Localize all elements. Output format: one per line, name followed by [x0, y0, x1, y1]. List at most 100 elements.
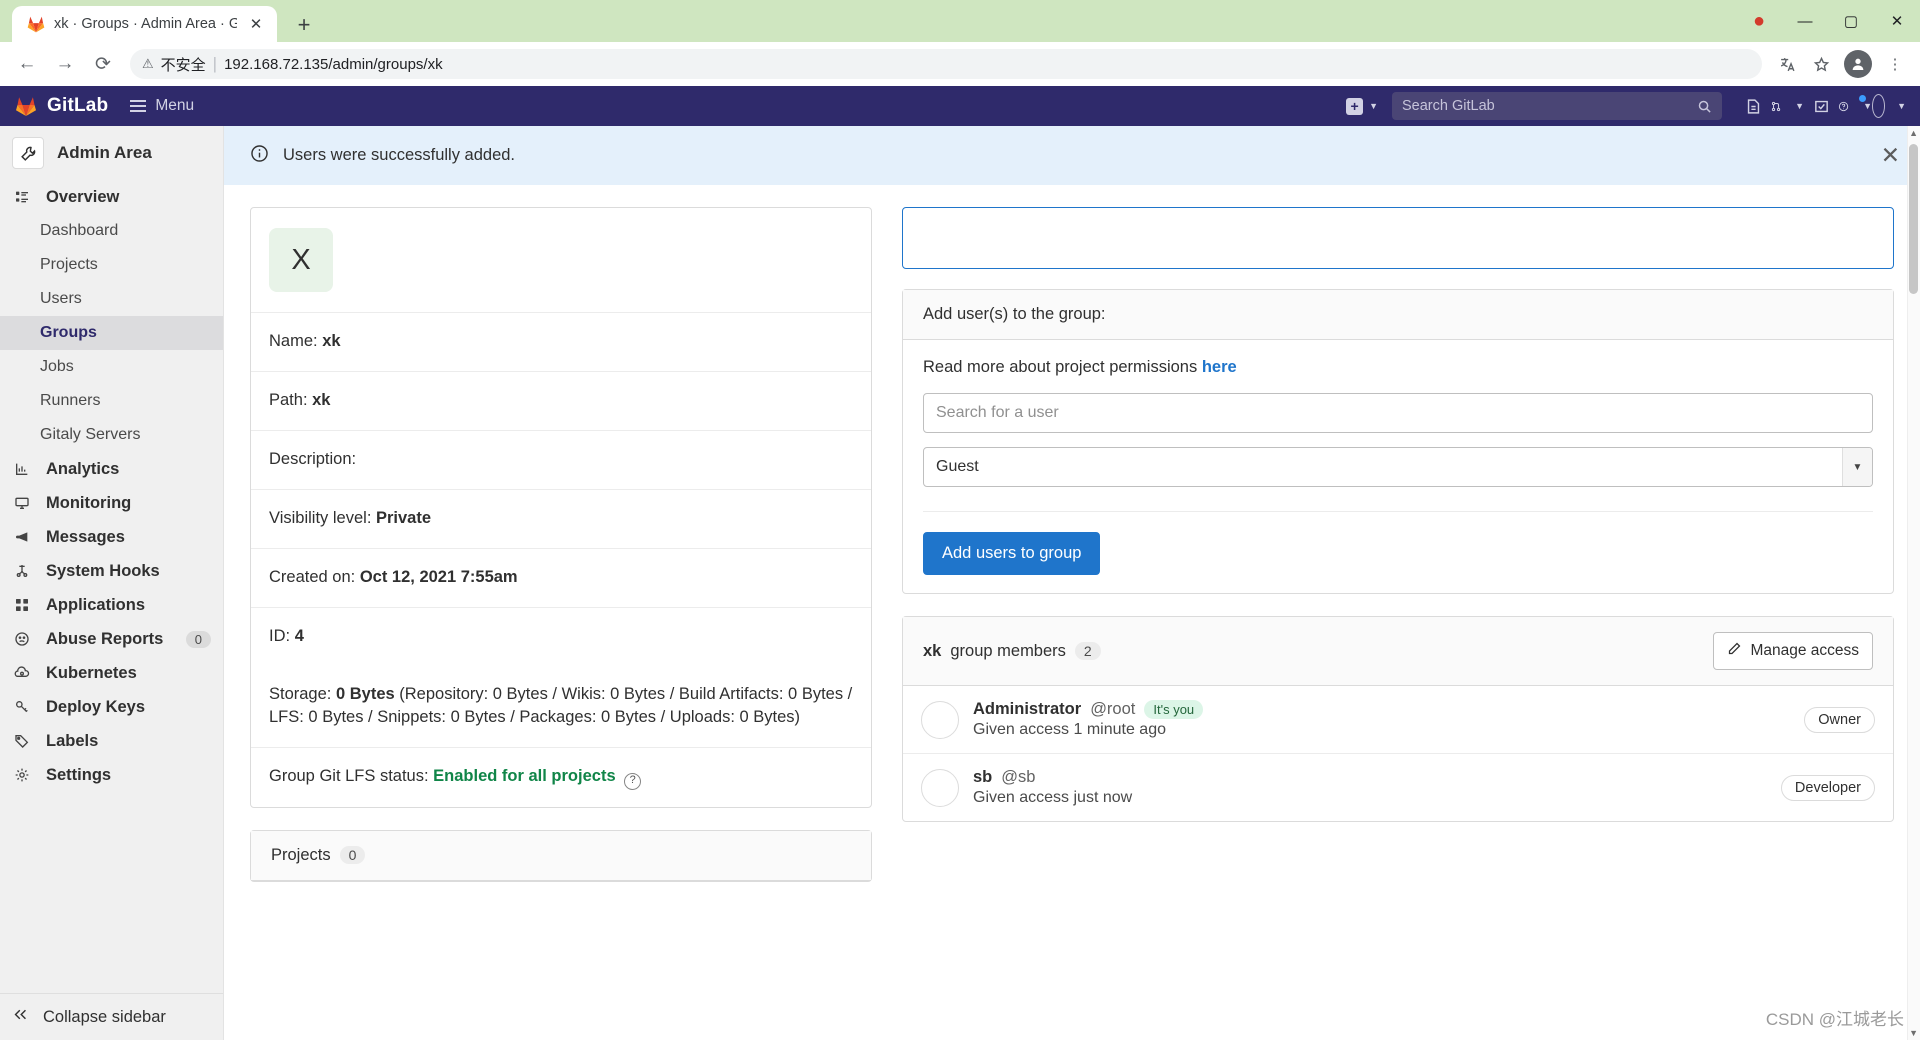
kebab-menu-icon[interactable]: ⋮ [1880, 49, 1910, 79]
member-handle[interactable]: @sb [1001, 768, 1035, 787]
sidebar-item-applications[interactable]: Applications [0, 588, 223, 622]
gear-icon [12, 767, 32, 783]
search-user-input[interactable] [923, 393, 1873, 433]
sidebar-item-label: Monitoring [46, 493, 132, 512]
todos-icon[interactable] [1804, 89, 1838, 123]
member-name[interactable]: Administrator [973, 700, 1081, 719]
page-scrollbar[interactable]: ▲ ▼ [1907, 126, 1920, 1040]
sidebar-item-gitaly-servers[interactable]: Gitaly Servers [0, 418, 223, 452]
sidebar-item-label: Labels [46, 731, 99, 750]
sidebar-item-labels[interactable]: Labels [0, 724, 223, 758]
members-title: group members [950, 641, 1066, 660]
profile-icon[interactable] [1844, 50, 1872, 78]
manage-access-button[interactable]: Manage access [1713, 632, 1873, 670]
help-icon[interactable]: ▼ [1838, 89, 1872, 123]
focused-textarea[interactable] [902, 207, 1894, 269]
notification-dot [1859, 95, 1866, 102]
permissions-text: Read more about project permissions here [923, 358, 1873, 377]
members-count: 2 [1074, 642, 1101, 660]
security-label: 不安全 [160, 56, 206, 74]
storage-label: Storage: [269, 684, 332, 703]
group-info-row: Visibility level: Private [251, 490, 871, 549]
minimize-button[interactable]: ― [1782, 0, 1828, 42]
new-tab-button[interactable]: + [287, 8, 321, 42]
collapse-sidebar-button[interactable]: Collapse sidebar [0, 993, 223, 1040]
admin-sidebar: Admin Area Overview Dashboard Projects User… [0, 126, 224, 1040]
sidebar-item-analytics[interactable]: Analytics [0, 452, 223, 486]
watermark: CSDN @江城老长 [1765, 1010, 1904, 1029]
sidebar-item-system-hooks[interactable]: System Hooks [0, 554, 223, 588]
sidebar-item-label: Gitaly Servers [40, 426, 141, 443]
role-select[interactable]: Guest [923, 447, 1873, 487]
gitlab-brand-label: GitLab [47, 95, 109, 116]
close-icon[interactable]: ✕ [1881, 142, 1900, 169]
record-icon[interactable]: ● [1736, 0, 1782, 42]
sidebar-item-messages[interactable]: Messages [0, 520, 223, 554]
group-storage-row: Storage: 0 Bytes (Repository: 0 Bytes / … [251, 666, 871, 749]
forward-icon[interactable]: → [48, 47, 82, 81]
permissions-link[interactable]: here [1202, 358, 1237, 376]
search-input[interactable]: Search GitLab [1392, 92, 1722, 120]
sidebar-items: Overview Dashboard Projects Users Groups Jobs… [0, 180, 223, 993]
scroll-down-icon[interactable]: ▼ [1909, 1028, 1918, 1038]
tab-strip: xk · Groups · Admin Area · GitL ✕ + ● ― … [0, 0, 1920, 42]
member-handle[interactable]: @root [1090, 700, 1135, 719]
main-menu-button[interactable]: Menu [130, 97, 194, 115]
sidebar-item-users[interactable]: Users [0, 282, 223, 316]
browser-tab[interactable]: xk · Groups · Admin Area · GitL ✕ [12, 6, 277, 42]
sidebar-item-label: System Hooks [46, 561, 160, 580]
sidebar-item-settings[interactable]: Settings [0, 758, 223, 792]
url-separator: | [212, 54, 218, 73]
maximize-button[interactable]: ▢ [1828, 0, 1874, 42]
chevron-down-icon[interactable]: ▼ [1842, 448, 1872, 486]
create-new-button[interactable]: + ▼ [1346, 97, 1378, 115]
browser-window: xk · Groups · Admin Area · GitL ✕ + ● ― … [0, 0, 1920, 1040]
member-name[interactable]: sb [973, 768, 992, 787]
sidebar-item-monitoring[interactable]: Monitoring [0, 486, 223, 520]
manage-access-label: Manage access [1750, 642, 1859, 659]
members-group-name: xk [923, 641, 942, 660]
sidebar-item-overview[interactable]: Overview [0, 180, 223, 214]
sidebar-item-label: Runners [40, 392, 101, 409]
translate-icon[interactable] [1772, 49, 1802, 79]
close-window-button[interactable]: ✕ [1874, 0, 1920, 42]
merge-requests-icon[interactable]: ▼ [1770, 89, 1804, 123]
reload-icon[interactable]: ⟳ [86, 47, 120, 81]
sidebar-item-dashboard[interactable]: Dashboard [0, 214, 223, 248]
projects-card: Projects 0 [250, 829, 872, 882]
row-label: Visibility level: [269, 508, 372, 527]
sidebar-item-abuse-reports[interactable]: Abuse Reports 0 [0, 622, 223, 656]
key-icon [12, 699, 32, 715]
gitlab-logo[interactable]: GitLab [14, 94, 108, 118]
scrollbar-thumb[interactable] [1909, 144, 1918, 294]
group-info-row: Description: [251, 431, 871, 490]
sidebar-item-projects[interactable]: Projects [0, 248, 223, 282]
member-identity: sb @sb [973, 768, 1767, 787]
group-info-row: Name: xk [251, 313, 871, 372]
content-columns: X Name: xk Path: xk Description: Visibilit… [224, 185, 1920, 904]
avatar [921, 768, 959, 807]
role-select-wrapper[interactable]: Guest ▼ [923, 447, 1873, 487]
user-avatar[interactable]: ▼ [1872, 89, 1906, 123]
add-users-to-group-button[interactable]: Add users to group [923, 532, 1101, 575]
menu-label: Menu [155, 97, 195, 114]
issues-icon[interactable] [1736, 89, 1770, 123]
sidebar-item-runners[interactable]: Runners [0, 384, 223, 418]
star-icon[interactable] [1806, 49, 1836, 79]
question-icon[interactable]: ? [624, 772, 642, 790]
overview-icon [12, 189, 32, 205]
add-users-body: Read more about project permissions here… [903, 340, 1893, 593]
sidebar-item-kubernetes[interactable]: Kubernetes [0, 656, 223, 690]
sidebar-item-jobs[interactable]: Jobs [0, 350, 223, 384]
back-icon[interactable]: ← [10, 47, 44, 81]
url-text: 192.168.72.135/admin/groups/xk [224, 55, 443, 73]
sidebar-item-deploy-keys[interactable]: Deploy Keys [0, 690, 223, 724]
sidebar-header[interactable]: Admin Area [0, 126, 223, 180]
sidebar-item-label: Groups [40, 324, 97, 341]
url-input[interactable]: ⚠ 不安全 | 192.168.72.135/admin/groups/xk [130, 49, 1762, 79]
sidebar-item-label: Jobs [40, 358, 74, 375]
group-avatar: X [269, 228, 333, 292]
close-icon[interactable]: ✕ [245, 13, 267, 35]
scroll-up-icon[interactable]: ▲ [1909, 128, 1918, 138]
sidebar-item-groups[interactable]: Groups [0, 316, 223, 350]
